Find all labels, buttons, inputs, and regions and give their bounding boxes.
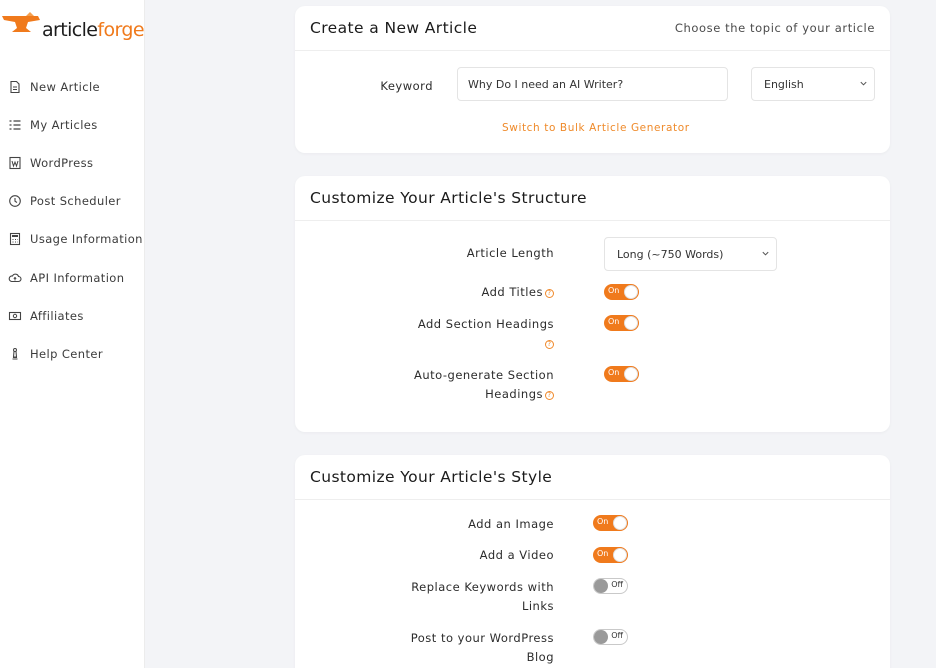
toggle-knob xyxy=(624,367,638,381)
style-card: Customize Your Article's Style Add an Im… xyxy=(295,455,890,668)
chevron-down-icon xyxy=(762,251,769,256)
card-header: Create a New Article Choose the topic of… xyxy=(295,6,890,51)
card-header: Customize Your Article's Structure xyxy=(295,176,890,221)
sidebar-item-label: Usage Information xyxy=(30,232,143,246)
help-icon[interactable]: ? xyxy=(545,391,554,400)
toggle-knob xyxy=(613,516,627,530)
article-length-select[interactable]: Long (~750 Words) xyxy=(604,237,777,271)
keyword-label: Keyword xyxy=(380,79,433,93)
sidebar-item-help-center[interactable]: Help Center xyxy=(8,344,144,364)
post-wordpress-label: Post to your WordPress Blog xyxy=(410,631,554,664)
toggle-state: Off xyxy=(611,580,623,589)
sidebar-item-label: WordPress xyxy=(30,156,94,170)
post-wordpress-toggle[interactable]: Off xyxy=(593,629,628,645)
style-title: Customize Your Article's Style xyxy=(310,468,553,486)
auto-headings-label: Auto-generate Section Headings? xyxy=(413,368,554,401)
add-titles-label: Add Titles? xyxy=(395,283,554,302)
add-video-toggle[interactable]: On xyxy=(593,547,628,563)
article-length-value: Long (~750 Words) xyxy=(617,247,724,261)
keyword-input[interactable]: Why Do I need an AI Writer? xyxy=(457,67,728,101)
sidebar-item-affiliates[interactable]: Affiliates xyxy=(8,306,144,326)
create-article-title: Create a New Article xyxy=(310,19,478,37)
sidebar-item-post-scheduler[interactable]: Post Scheduler xyxy=(8,191,144,211)
sidebar-item-wordpress[interactable]: WordPress xyxy=(8,153,144,173)
list-icon xyxy=(9,120,21,130)
structure-card: Customize Your Article's Structure Artic… xyxy=(295,176,890,432)
language-value: English xyxy=(764,77,804,91)
toggle-state: On xyxy=(597,549,609,558)
sidebar-item-label: API Information xyxy=(30,271,125,285)
document-icon xyxy=(10,80,20,94)
chess-piece-icon xyxy=(12,348,18,360)
wordpress-icon xyxy=(9,156,21,170)
sidebar-item-label: Help Center xyxy=(30,347,103,361)
cloud-icon xyxy=(8,273,22,283)
sidebar-item-label: New Article xyxy=(30,80,101,94)
sidebar-item-api-information[interactable]: API Information xyxy=(8,268,144,288)
toggle-knob xyxy=(594,630,608,644)
sidebar-item-label: Affiliates xyxy=(30,309,84,323)
structure-title: Customize Your Article's Structure xyxy=(310,189,587,207)
help-icon[interactable]: ? xyxy=(545,340,554,349)
toggle-knob xyxy=(613,548,627,562)
chevron-down-icon xyxy=(860,81,867,86)
articleforge-logo[interactable]: articleforge xyxy=(0,8,145,42)
card-header: Customize Your Article's Style xyxy=(295,455,890,500)
auto-headings-toggle[interactable]: On xyxy=(604,366,639,382)
toggle-state: On xyxy=(608,286,620,295)
logo-text: articleforge xyxy=(42,19,145,41)
article-length-label: Article Length xyxy=(466,246,554,260)
toggle-knob xyxy=(594,579,608,593)
create-article-card: Create a New Article Choose the topic of… xyxy=(295,6,890,153)
section-headings-toggle[interactable]: On xyxy=(604,315,639,331)
sidebar-item-new-article[interactable]: New Article xyxy=(8,77,144,97)
add-image-toggle[interactable]: On xyxy=(593,515,628,531)
toggle-knob xyxy=(624,316,638,330)
money-icon xyxy=(8,311,22,321)
sidebar-item-my-articles[interactable]: My Articles xyxy=(8,115,144,135)
create-article-subtitle: Choose the topic of your article xyxy=(674,21,875,35)
toggle-state: On xyxy=(597,517,609,526)
clock-icon xyxy=(9,195,21,207)
toggle-knob xyxy=(624,285,638,299)
sidebar-item-label: My Articles xyxy=(30,118,98,132)
calculator-icon xyxy=(9,232,21,246)
language-select[interactable]: English xyxy=(751,67,875,101)
sidebar-item-usage-information[interactable]: Usage Information xyxy=(8,229,144,249)
anvil-icon xyxy=(2,12,40,32)
toggle-state: On xyxy=(608,368,620,377)
add-titles-toggle[interactable]: On xyxy=(604,284,639,300)
toggle-state: Off xyxy=(611,631,623,640)
replace-keywords-toggle[interactable]: Off xyxy=(593,578,628,594)
help-icon[interactable]: ? xyxy=(545,289,554,298)
section-headings-label: Add Section Headings? xyxy=(417,317,554,349)
sidebar: articleforge New Article My Articles Wor… xyxy=(0,0,145,668)
sidebar-item-label: Post Scheduler xyxy=(30,194,121,208)
toggle-state: On xyxy=(608,317,620,326)
replace-keywords-label: Replace Keywords with Links xyxy=(411,580,554,613)
bulk-generator-link[interactable]: Switch to Bulk Article Generator xyxy=(502,122,690,134)
add-image-label: Add an Image xyxy=(468,517,554,531)
add-video-label: Add a Video xyxy=(479,548,554,562)
